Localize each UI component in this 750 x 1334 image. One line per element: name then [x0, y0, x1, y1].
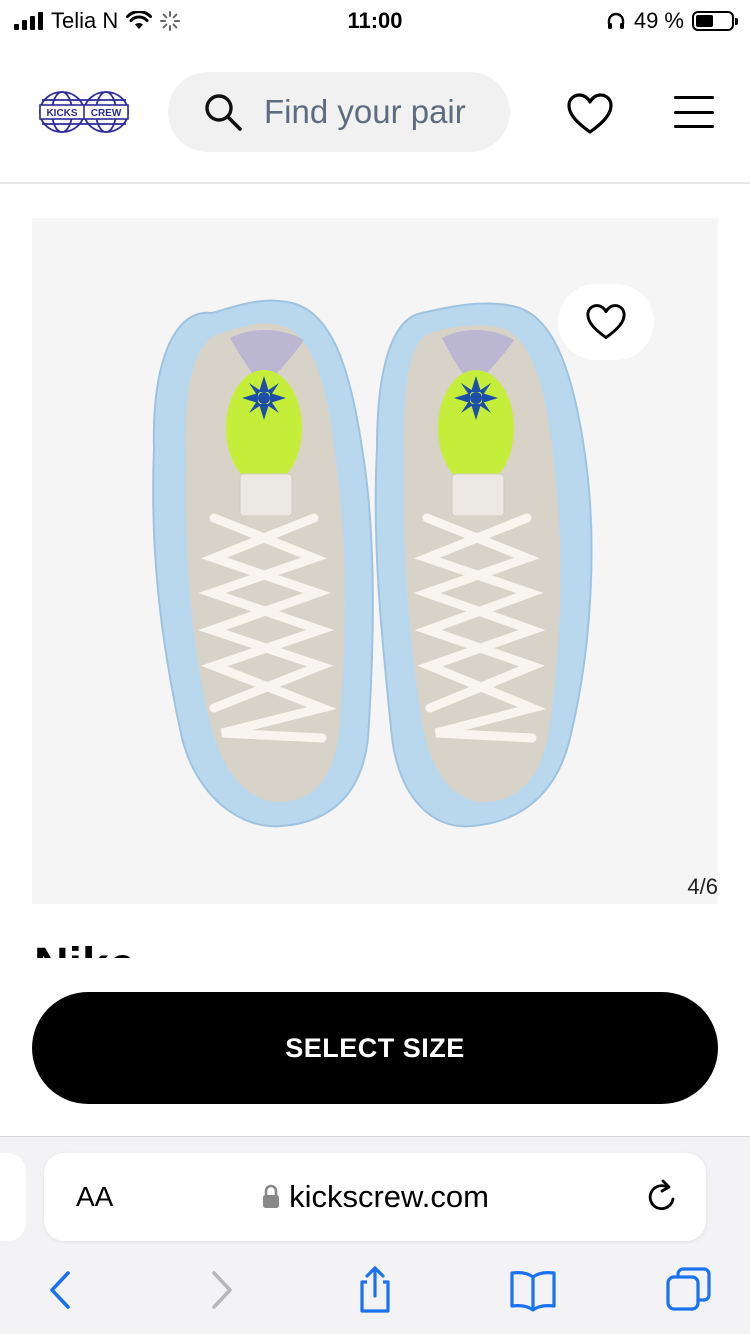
wishlist-button[interactable]: [558, 284, 654, 360]
status-right: 49 %: [606, 8, 738, 34]
headphones-icon: [607, 12, 625, 29]
menu-icon[interactable]: [674, 96, 714, 128]
product-brand-peek: Nike: [34, 900, 734, 958]
image-counter: 4/6: [687, 874, 718, 899]
logo-text-kicks: KICKS: [46, 108, 77, 119]
url-text: kickscrew.com: [289, 1179, 489, 1214]
lock-icon: [263, 1184, 280, 1208]
status-bar: Telia N 11:00 49 %: [0, 0, 750, 44]
browser-nav-toolbar: [0, 1265, 750, 1325]
product-image-carousel[interactable]: 4/6: [32, 218, 718, 904]
address-bar[interactable]: AA kickscrew.com: [44, 1153, 706, 1241]
left-sneaker: [152, 299, 374, 828]
tabs-icon[interactable]: [664, 1265, 714, 1315]
kickscrew-logo[interactable]: KICKS CREW: [36, 90, 132, 134]
search-placeholder: Find your pair: [264, 93, 466, 130]
url-display[interactable]: kickscrew.com: [44, 1179, 706, 1215]
right-sneaker: [374, 302, 593, 828]
product-brand: Nike: [34, 938, 135, 958]
previous-tab-peek[interactable]: [0, 1153, 26, 1241]
battery-icon: [692, 11, 738, 31]
browser-toolbar: AA kickscrew.com: [0, 1136, 750, 1334]
select-size-button[interactable]: SELECT SIZE: [32, 992, 718, 1104]
heart-icon[interactable]: [566, 92, 614, 136]
search-bar[interactable]: Find your pair: [168, 72, 510, 152]
bookmarks-icon[interactable]: [508, 1265, 558, 1315]
battery-percent: 49 %: [633, 8, 684, 33]
forward-icon[interactable]: [196, 1265, 246, 1315]
back-icon[interactable]: [38, 1265, 88, 1315]
heart-icon: [586, 304, 626, 340]
share-icon[interactable]: [350, 1265, 400, 1315]
reload-icon[interactable]: [644, 1179, 680, 1215]
search-icon: [205, 94, 242, 131]
logo-text-crew: CREW: [91, 108, 122, 119]
site-header: KICKS CREW Find your pair: [0, 60, 750, 184]
